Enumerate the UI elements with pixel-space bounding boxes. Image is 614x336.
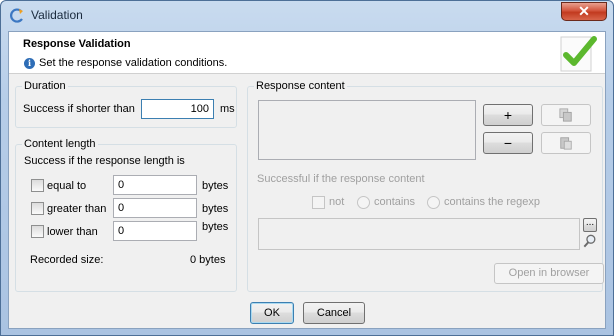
greater-than-unit: bytes xyxy=(202,203,229,215)
copy-icon xyxy=(559,108,572,122)
lower-than-input[interactable]: 0 xyxy=(113,221,197,241)
dialog-header: Response Validation i Set the response v… xyxy=(9,32,605,74)
response-content-group: Response content + − Successful if the r… xyxy=(247,80,604,292)
open-in-browser-button[interactable]: Open in browser xyxy=(494,263,604,284)
equal-to-unit: bytes xyxy=(202,180,229,192)
content-length-group: Content length Success if the response l… xyxy=(15,138,237,292)
response-content-list[interactable] xyxy=(258,100,476,160)
contains-regexp-radio[interactable] xyxy=(427,196,440,209)
checkmark-icon xyxy=(560,36,597,72)
not-label: not xyxy=(329,196,345,208)
success-condition-label: Successful if the response content xyxy=(257,173,425,185)
validation-dialog: Validation ✕ Response Validation i Set t… xyxy=(0,0,614,336)
duration-label: Success if shorter than xyxy=(23,103,135,115)
add-content-button[interactable]: + xyxy=(483,104,533,126)
content-pattern-input[interactable] xyxy=(258,218,580,250)
greater-than-input[interactable]: 0 xyxy=(113,198,197,218)
lower-than-unit: bytes xyxy=(202,221,229,233)
equal-to-input[interactable]: 0 xyxy=(113,175,197,195)
copy-button[interactable] xyxy=(541,104,591,126)
header-title: Response Validation xyxy=(23,38,131,50)
content-length-group-title: Content length xyxy=(22,138,98,150)
refresh-arc-icon xyxy=(10,8,23,23)
title-bar[interactable]: Validation ✕ xyxy=(1,1,613,31)
recorded-size-label: Recorded size: xyxy=(30,254,104,266)
paste-button[interactable] xyxy=(541,132,591,154)
paste-icon xyxy=(560,137,572,150)
not-checkbox[interactable] xyxy=(312,196,325,209)
window-title: Validation xyxy=(31,8,83,22)
duration-input[interactable]: 100 xyxy=(141,99,214,119)
magnifier-icon[interactable] xyxy=(583,234,597,248)
duration-group-title: Duration xyxy=(22,80,68,92)
response-content-group-title: Response content xyxy=(254,80,347,92)
info-icon: i xyxy=(24,58,35,69)
remove-content-button[interactable]: − xyxy=(483,132,533,154)
lower-than-label: lower than xyxy=(47,226,98,238)
greater-than-checkbox[interactable] xyxy=(31,202,44,215)
ok-button[interactable]: OK xyxy=(250,302,294,324)
contains-radio[interactable] xyxy=(357,196,370,209)
lower-than-checkbox[interactable] xyxy=(31,225,44,238)
dialog-client-area: Response Validation i Set the response v… xyxy=(8,31,606,329)
duration-group: Duration Success if shorter than 100 ms xyxy=(15,80,237,128)
browse-button[interactable]: ... xyxy=(583,218,597,232)
header-description: Set the response validation conditions. xyxy=(39,57,228,69)
contains-regexp-label: contains the regexp xyxy=(444,196,541,208)
content-length-subtitle: Success if the response length is xyxy=(24,155,185,167)
close-button[interactable]: ✕ xyxy=(561,2,607,21)
equal-to-label: equal to xyxy=(47,180,87,192)
contains-label: contains xyxy=(374,196,415,208)
equal-to-checkbox[interactable] xyxy=(31,179,44,192)
duration-unit: ms xyxy=(220,103,235,115)
recorded-size-value: 0 bytes xyxy=(190,254,226,266)
cancel-button[interactable]: Cancel xyxy=(303,302,365,324)
greater-than-label: greater than xyxy=(47,203,107,215)
